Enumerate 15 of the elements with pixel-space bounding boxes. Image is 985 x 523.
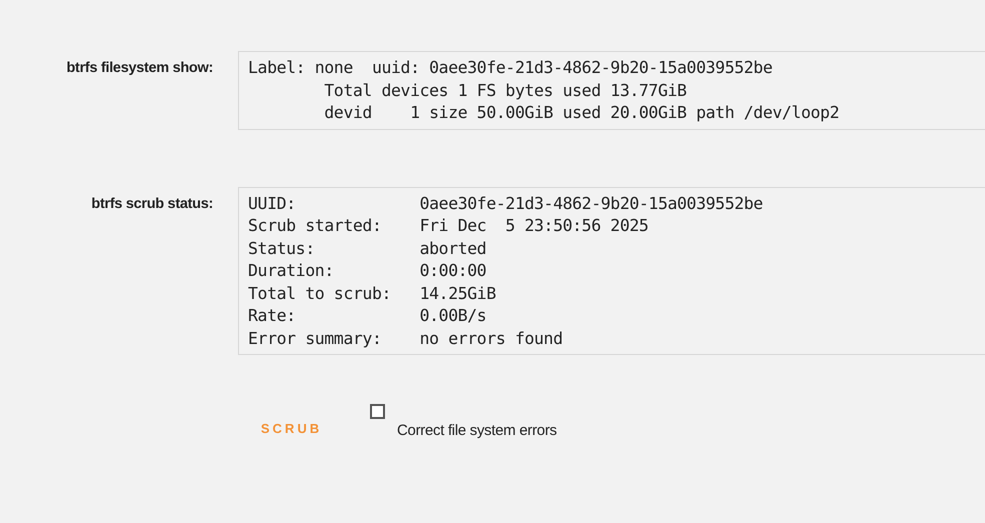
scrub-button[interactable]: SCRUB (238, 408, 345, 449)
checkbox-label: Correct file system errors (397, 421, 557, 441)
section-label: btrfs scrub status: (90, 194, 213, 214)
output-line: Total to scrub: 14.25GiB (248, 282, 497, 304)
output-line: Label: none uuid: 0aee30fe-21d3-4862-9b20-15a0039552be (248, 57, 774, 79)
section-label: btrfs filesystem show: (66, 59, 213, 78)
output-line: Total devices 1 FS bytes used 13.77GiB (323, 80, 688, 102)
output-line: Error summary: no errors found (248, 328, 564, 350)
output-line: devid 1 size 50.00GiB used 20.00GiB path /dev/loop2 (323, 102, 840, 124)
output-line: Scrub started: Fri Dec 5 23:50:56 2025 (248, 215, 650, 237)
output-line: Duration: 0:00:00 (248, 260, 488, 282)
output-line: UUID: 0aee30fe-21d3-4862-9b20-15a0039552be (248, 192, 764, 214)
output-line: Rate: 0.00B/s (248, 305, 488, 327)
output-line: Status: aborted (248, 238, 488, 260)
checkbox[interactable] (370, 404, 385, 419)
